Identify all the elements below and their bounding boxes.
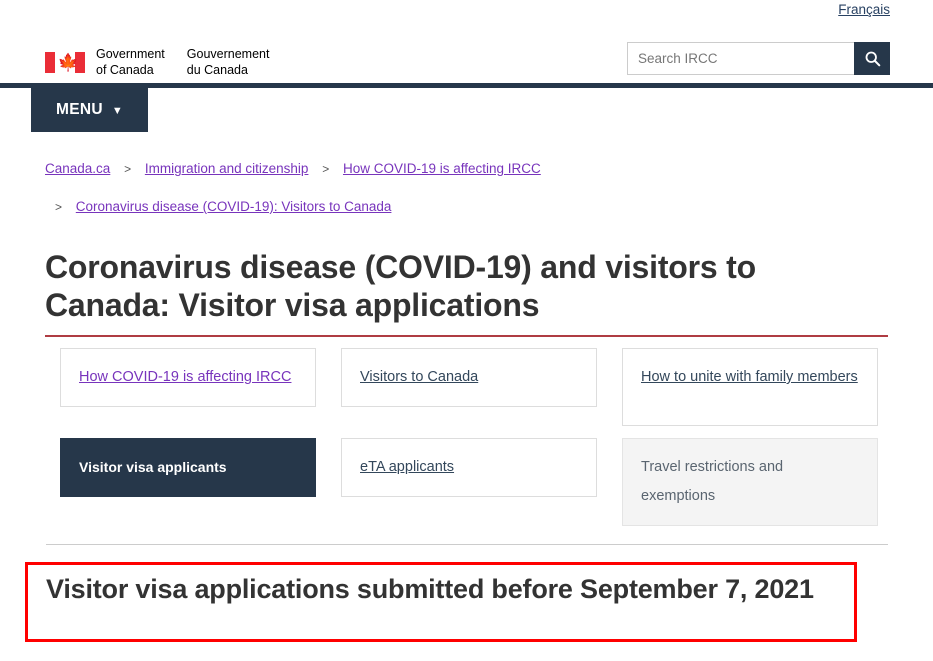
breadcrumb: Canada.ca > Immigration and citizenship … bbox=[45, 150, 745, 226]
card-visitors-to-canada[interactable]: Visitors to Canada bbox=[341, 348, 597, 407]
page-title: Coronavirus disease (COVID-19) and visit… bbox=[45, 249, 756, 323]
breadcrumb-item-1[interactable]: Immigration and citizenship bbox=[145, 161, 309, 176]
card-visitor-visa-applicants[interactable]: Visitor visa applicants bbox=[60, 438, 316, 497]
search-button[interactable] bbox=[854, 42, 890, 75]
search-input[interactable] bbox=[627, 42, 854, 75]
wordmark-english: Government of Canada bbox=[96, 47, 165, 78]
breadcrumb-separator: > bbox=[124, 162, 132, 176]
breadcrumb-separator: > bbox=[322, 162, 330, 176]
wordmark-text: Government of Canada Gouvernement du Can… bbox=[96, 47, 269, 78]
section-divider bbox=[46, 544, 888, 545]
wordmark-en-line1: Government bbox=[96, 47, 165, 61]
card-label[interactable]: How COVID-19 is affecting IRCC bbox=[79, 369, 291, 385]
navigation-card-grid: How COVID-19 is affecting IRCC Visitors … bbox=[45, 348, 888, 526]
card-travel-restrictions-and-exemptions: Travel restrictions and exemptions bbox=[622, 438, 878, 526]
card-label: Visitor visa applicants bbox=[79, 459, 227, 475]
maple-leaf-icon: 🍁 bbox=[57, 52, 79, 72]
title-rule bbox=[45, 335, 888, 337]
language-bar: Français bbox=[0, 0, 933, 26]
site-search bbox=[627, 42, 890, 75]
canada-flag-icon: 🍁 bbox=[45, 52, 85, 73]
brand-row: 🍁 Government of Canada Gouvernement du C… bbox=[0, 26, 933, 83]
breadcrumb-separator: > bbox=[55, 200, 63, 214]
card-label[interactable]: Visitors to Canada bbox=[360, 369, 478, 385]
card-how-to-unite-with-family-members[interactable]: How to unite with family members bbox=[622, 348, 878, 426]
wordmark-fr-line1: Gouvernement bbox=[186, 47, 270, 61]
menu-button[interactable]: MENU ▼ bbox=[31, 88, 148, 132]
language-toggle-link[interactable]: Français bbox=[838, 2, 890, 17]
card-label: Travel restrictions and exemptions bbox=[641, 459, 784, 504]
breadcrumb-item-3[interactable]: Coronavirus disease (COVID-19): Visitors… bbox=[76, 199, 392, 214]
section-heading: Visitor visa applications submitted befo… bbox=[46, 574, 814, 604]
government-of-canada-wordmark[interactable]: 🍁 Government of Canada Gouvernement du C… bbox=[45, 47, 269, 78]
card-eta-applicants[interactable]: eTA applicants bbox=[341, 438, 597, 497]
search-icon bbox=[865, 51, 880, 67]
wordmark-en-line2: of Canada bbox=[96, 62, 154, 77]
card-how-covid-19-is-affecting-ircc[interactable]: How COVID-19 is affecting IRCC bbox=[60, 348, 316, 407]
menu-button-label: MENU bbox=[55, 101, 103, 118]
chevron-down-icon: ▼ bbox=[111, 104, 124, 117]
card-label[interactable]: How to unite with family members bbox=[641, 369, 858, 385]
breadcrumb-item-0[interactable]: Canada.ca bbox=[45, 161, 110, 176]
main-content: Coronavirus disease (COVID-19) and visit… bbox=[45, 248, 888, 526]
flag-left-bar bbox=[45, 52, 55, 73]
menu-zone: MENU ▼ bbox=[0, 88, 933, 136]
wordmark-fr-line2: du Canada bbox=[186, 62, 248, 77]
wordmark-french: Gouvernement du Canada bbox=[187, 47, 270, 78]
card-label[interactable]: eTA applicants bbox=[360, 459, 454, 475]
breadcrumb-item-2[interactable]: How COVID-19 is affecting IRCC bbox=[343, 161, 541, 176]
